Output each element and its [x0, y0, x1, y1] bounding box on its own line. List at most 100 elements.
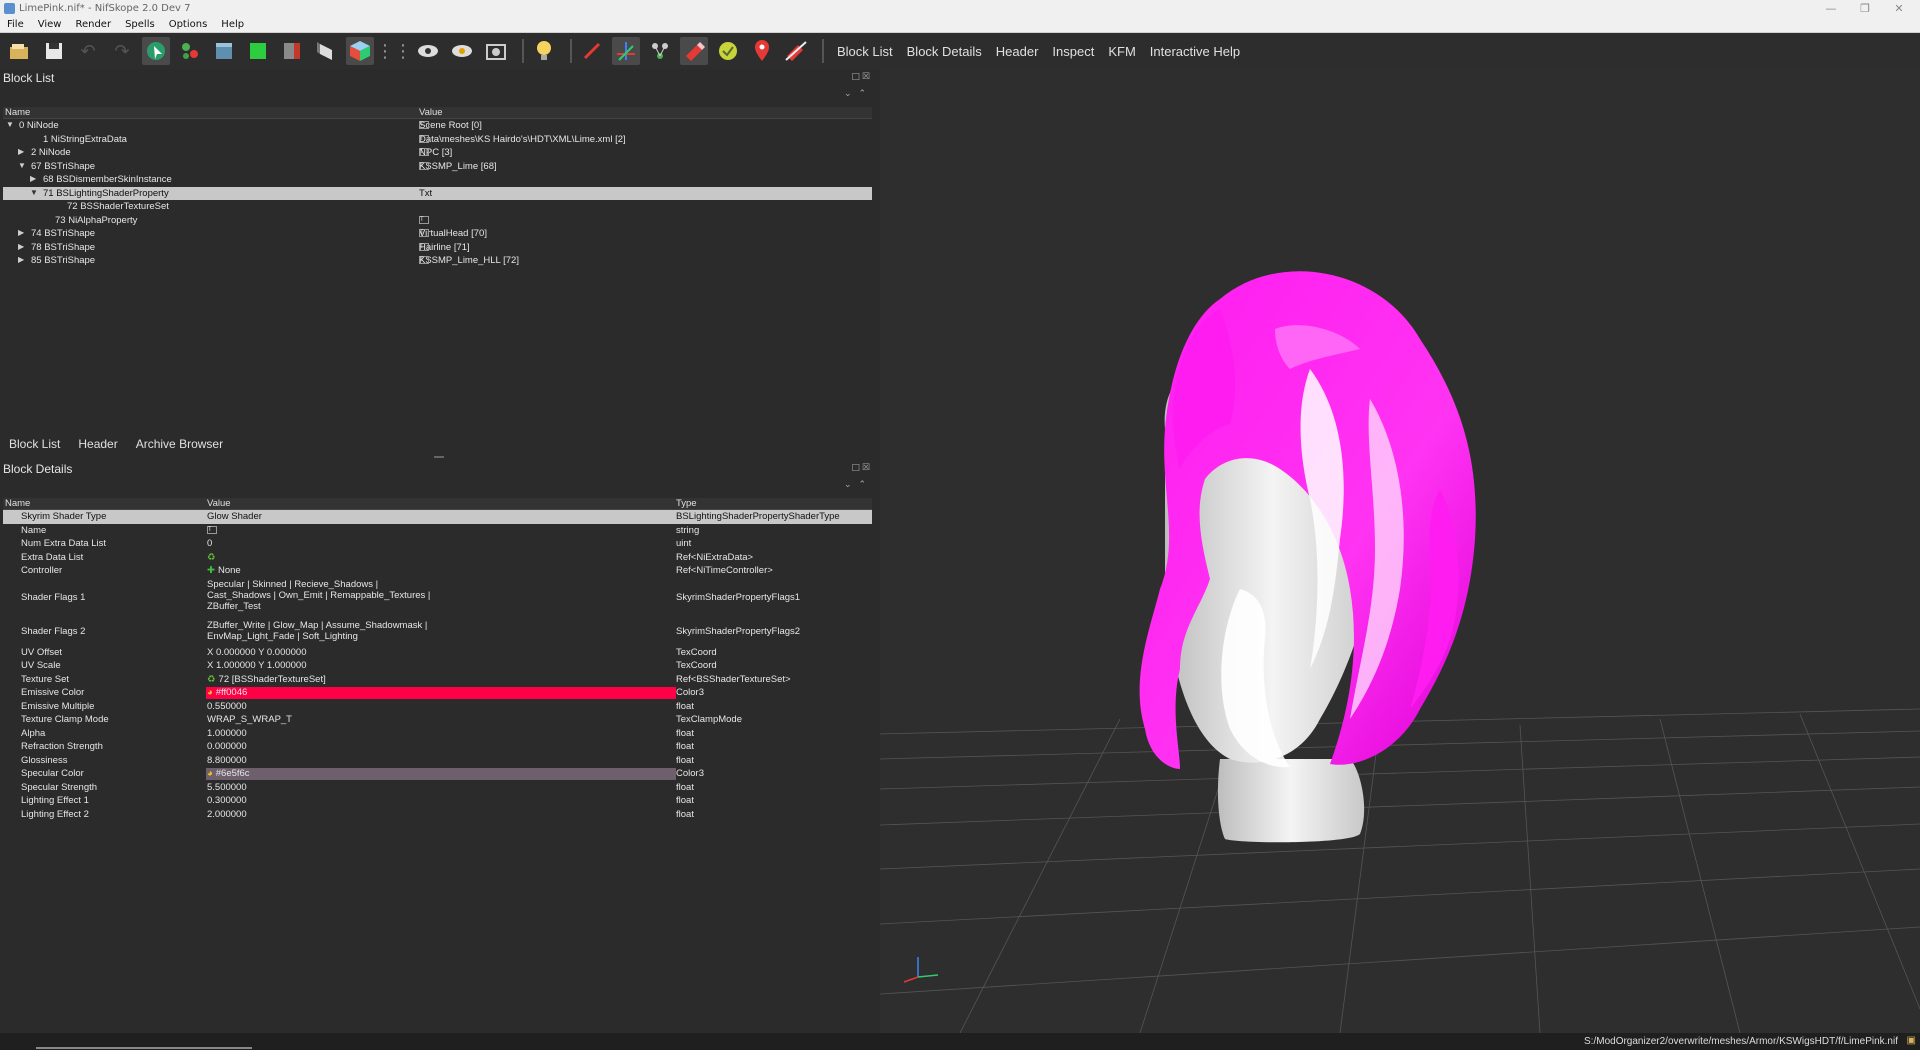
collapsed-arrow-icon[interactable]: ▶ [18, 228, 24, 237]
panel-float-close-icon[interactable]: □☒ [851, 72, 872, 82]
detail-row[interactable]: Emissive Multiple 0.550000 float [3, 700, 872, 714]
toolbar-header-button[interactable]: Header [989, 44, 1046, 59]
hide-constraints-icon[interactable] [782, 37, 810, 65]
block-list-row[interactable]: ▶ 2 NiNode T NPC [3] [3, 146, 872, 160]
draw-axes-icon[interactable] [578, 37, 606, 65]
minimize-icon[interactable]: — [1814, 0, 1848, 17]
block-list-row[interactable]: 1 NiStringExtraData T Data\meshes\KS Haird… [3, 133, 872, 147]
draw-havok-icon[interactable] [646, 37, 674, 65]
col-type-header[interactable]: Type [676, 498, 697, 509]
block-list-row[interactable]: ▶ 78 BSTriShape T Hairline [71] [3, 241, 872, 255]
redo-icon[interactable]: ↷ [108, 37, 136, 65]
detail-value[interactable]: 0.300000 [207, 795, 247, 806]
block-list-row[interactable]: ▼ 67 BSTriShape T KSSMP_Lime [68] [3, 160, 872, 174]
detail-row[interactable]: Controller ✚ None Ref<NiTimeController> [3, 564, 872, 578]
draw-constraints-icon[interactable] [680, 37, 708, 65]
color-swatch[interactable] [206, 687, 676, 699]
restore-icon[interactable]: ❐ [1848, 0, 1882, 17]
block-list-row[interactable]: ▼ 0 NiNode T Scene Root [0] [3, 119, 872, 133]
folder-icon[interactable]: ▣ [1907, 1035, 1916, 1046]
detail-row[interactable]: Name Tstring [3, 524, 872, 538]
collapsed-arrow-icon[interactable]: ▶ [30, 174, 36, 183]
detail-row[interactable]: Shader Flags 2 ZBuffer_Write | Glow_Map |… [3, 619, 872, 646]
save-icon[interactable] [40, 37, 68, 65]
expanded-arrow-icon[interactable]: ▼ [30, 188, 38, 197]
detail-row[interactable]: Alpha 1.000000 float [3, 727, 872, 741]
detail-value[interactable]: ♻ [207, 552, 219, 563]
details-collapse-expand-icon[interactable]: ⌄ ⌃ [844, 480, 868, 490]
detail-row[interactable]: Num Extra Data List 0 uint [3, 537, 872, 551]
detail-value[interactable]: Glow Shader [207, 511, 262, 522]
detail-row[interactable]: Extra Data List ♻ Ref<NiExtraData> [3, 551, 872, 565]
view-front-icon[interactable] [244, 37, 272, 65]
col-value-header[interactable]: Value [207, 498, 231, 509]
view-perspective-icon[interactable] [346, 37, 374, 65]
detail-value[interactable]: 8.800000 [207, 755, 247, 766]
select-vertex-icon[interactable] [176, 37, 204, 65]
toolbar-block-details-button[interactable]: Block Details [900, 44, 989, 59]
detail-value[interactable]: 0.550000 [207, 701, 247, 712]
toolbar-kfm-button[interactable]: KFM [1101, 44, 1142, 59]
detail-value[interactable]: 2.000000 [207, 809, 247, 820]
menu-options[interactable]: Options [162, 19, 215, 30]
block-list-row[interactable]: ▼ 71 BSLightingShaderProperty Txt [3, 186, 872, 200]
detail-value[interactable]: 5.500000 [207, 782, 247, 793]
detail-value[interactable]: WRAP_S_WRAP_T [207, 714, 292, 725]
undo-icon[interactable]: ↶ [74, 37, 102, 65]
view-flip-icon[interactable] [312, 37, 340, 65]
menu-view[interactable]: View [31, 19, 69, 30]
detail-value[interactable]: 0 [207, 538, 212, 549]
detail-value[interactable]: X 1.000000 Y 1.000000 [207, 660, 307, 671]
block-list-row[interactable]: ▶ 74 BSTriShape T VirtualHead [70] [3, 227, 872, 241]
expanded-arrow-icon[interactable]: ▼ [18, 161, 26, 170]
block-list-row[interactable]: ▶ 68 BSDismemberSkinInstance [3, 173, 872, 187]
detail-value[interactable]: ◕ #6e5f6c [207, 768, 250, 779]
detail-value[interactable]: ✚ None [207, 565, 241, 576]
detail-row[interactable]: Shader Flags 1 Specular | Skinned | Recie… [3, 578, 872, 619]
menu-spells[interactable]: Spells [118, 19, 162, 30]
detail-row[interactable]: Lighting Effect 1 0.300000 float [3, 794, 872, 808]
col-name-header[interactable]: Name [5, 107, 30, 118]
block-list-row[interactable]: 72 BSShaderTextureSet [3, 200, 872, 214]
screenshot-icon[interactable] [482, 37, 510, 65]
view-side-icon[interactable] [278, 37, 306, 65]
toolbar-inspect-button[interactable]: Inspect [1045, 44, 1101, 59]
detail-value[interactable]: ◕ #ff0046 [207, 687, 247, 698]
collapsed-arrow-icon[interactable]: ▶ [18, 255, 24, 264]
menu-file[interactable]: File [0, 19, 31, 30]
walk-icon[interactable]: ⋮⋮ [376, 37, 412, 65]
toolbar-interactive-help-button[interactable]: Interactive Help [1143, 44, 1247, 59]
detail-row[interactable]: UV Scale X 1.000000 Y 1.000000 TexCoord [3, 659, 872, 673]
collapsed-arrow-icon[interactable]: ▶ [18, 242, 24, 251]
detail-row[interactable]: UV Offset X 0.000000 Y 0.000000 TexCoord [3, 646, 872, 660]
detail-row[interactable]: Specular Color ◕ #6e5f6c Color3 [3, 767, 872, 781]
detail-value[interactable]: 1.000000 [207, 728, 247, 739]
detail-row[interactable]: Texture Set ♻ 72 [BSShaderTextureSet] Ref<B… [3, 673, 872, 687]
col-value-header[interactable]: Value [419, 107, 443, 118]
block-list-row[interactable]: 73 NiAlphaProperty T [3, 214, 872, 228]
show-hidden-icon[interactable] [414, 37, 442, 65]
draw-markers-icon[interactable] [748, 37, 776, 65]
menu-help[interactable]: Help [214, 19, 251, 30]
block-list-row[interactable]: ▶ 85 BSTriShape T KSSMP_Lime_HLL [72] [3, 254, 872, 268]
detail-row[interactable]: Skyrim Shader Type Glow Shader BSLightingS… [3, 510, 872, 524]
menu-render[interactable]: Render [68, 19, 118, 30]
detail-value[interactable]: ZBuffer_Write | Glow_Map | Assume_Shadow… [207, 620, 427, 642]
color-swatch[interactable] [206, 768, 676, 780]
detail-row[interactable]: Texture Clamp Mode WRAP_S_WRAP_T TexClampM… [3, 713, 872, 727]
toolbar-block-list-button[interactable]: Block List [830, 44, 900, 59]
detail-value[interactable]: 0.000000 [207, 741, 247, 752]
tab-header[interactable]: Header [69, 437, 126, 451]
draw-furniture-icon[interactable] [714, 37, 742, 65]
details-float-close-icon[interactable]: □☒ [851, 463, 872, 473]
detail-row[interactable]: Specular Strength 5.500000 float [3, 781, 872, 795]
collapsed-arrow-icon[interactable]: ▶ [18, 147, 24, 156]
col-name-header[interactable]: Name [5, 498, 30, 509]
tab-archive-browser[interactable]: Archive Browser [127, 437, 232, 451]
detail-value[interactable]: X 0.000000 Y 0.000000 [207, 647, 307, 658]
lighting-icon[interactable] [530, 37, 558, 65]
view-top-icon[interactable] [210, 37, 238, 65]
expanded-arrow-icon[interactable]: ▼ [6, 120, 14, 129]
close-icon[interactable]: ✕ [1882, 0, 1916, 17]
detail-row[interactable]: Refraction Strength 0.000000 float [3, 740, 872, 754]
